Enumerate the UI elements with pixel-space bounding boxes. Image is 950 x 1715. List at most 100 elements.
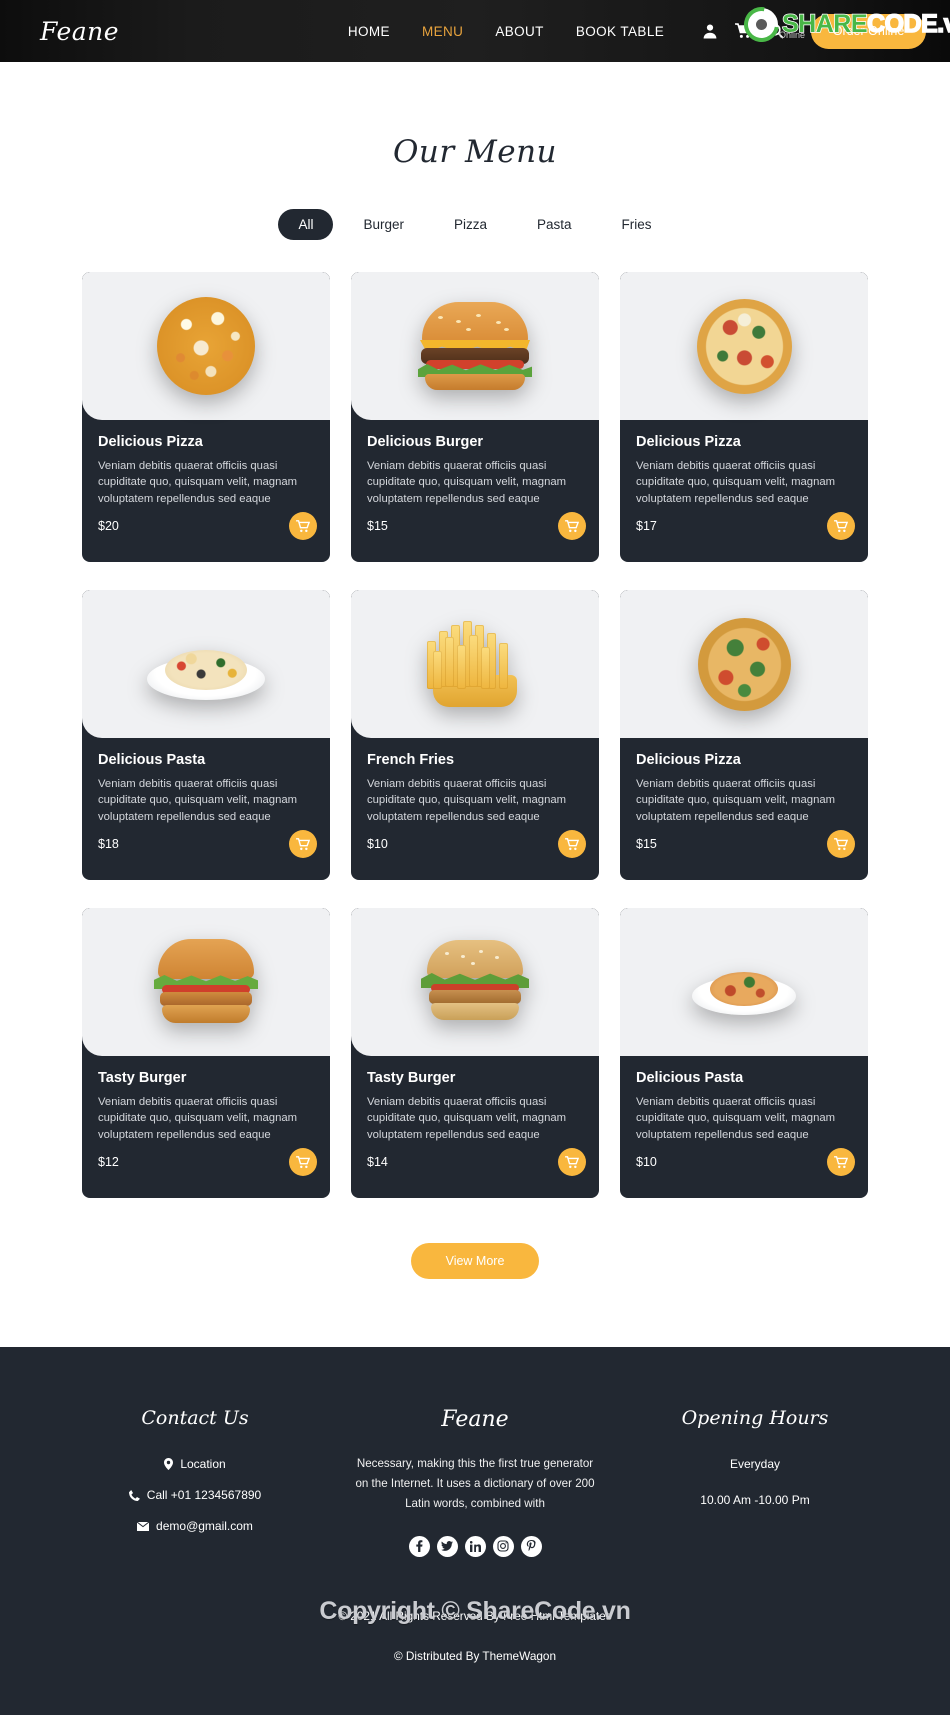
menu-card[interactable]: Delicious Pizza Veniam debitis quaerat of… <box>620 272 868 562</box>
add-to-cart-button[interactable] <box>558 512 586 540</box>
menu-section: Our Menu All Burger Pizza Pasta Fries De… <box>0 62 950 1279</box>
page-title: Our Menu <box>392 134 558 170</box>
envelope-icon <box>137 1521 150 1531</box>
menu-card[interactable]: Delicious Pasta Veniam debitis quaerat of… <box>620 908 868 1198</box>
cart-icon <box>565 1155 579 1168</box>
add-to-cart-button[interactable] <box>289 512 317 540</box>
food-image-pizza <box>696 298 792 394</box>
filter-tab-burger[interactable]: Burger <box>343 209 424 240</box>
menu-card-image <box>351 908 599 1056</box>
add-to-cart-button[interactable] <box>289 1148 317 1176</box>
food-image-pizza <box>697 617 791 711</box>
distributed-text[interactable]: © Distributed By ThemeWagon <box>0 1649 950 1663</box>
menu-card-image <box>351 590 599 738</box>
menu-card-image <box>620 272 868 420</box>
footer-contact-column: Contact Us Location Call +01 1234567890 … <box>60 1407 330 1557</box>
cart-icon <box>565 837 579 850</box>
view-more-button[interactable]: View More <box>411 1243 539 1279</box>
menu-card-price: $10 <box>367 837 388 851</box>
nav-item-about[interactable]: ABOUT <box>495 24 544 39</box>
menu-card-price: $12 <box>98 1155 119 1169</box>
menu-filter-tabs: All Burger Pizza Pasta Fries <box>0 209 950 240</box>
menu-card-title: Delicious Pizza <box>636 434 741 450</box>
menu-card[interactable]: Delicious Pizza Veniam debitis quaerat of… <box>620 590 868 880</box>
view-more-wrapper: View More <box>0 1243 950 1279</box>
menu-card[interactable]: Tasty Burger Veniam debitis quaerat offic… <box>351 908 599 1198</box>
site-header: Feane HOME MENU ABOUT BOOK TABLE Order O… <box>0 0 950 62</box>
menu-card[interactable]: Delicious Pizza Veniam debitis quaerat of… <box>82 272 330 562</box>
footer-location-label: Location <box>180 1457 226 1471</box>
footer-email-item[interactable]: demo@gmail.com <box>60 1519 330 1533</box>
filter-tab-fries[interactable]: Fries <box>602 209 672 240</box>
filter-tab-all[interactable]: All <box>278 209 334 240</box>
cart-icon[interactable] <box>735 23 752 39</box>
menu-card[interactable]: Delicious Pasta Veniam debitis quaerat of… <box>82 590 330 880</box>
filter-tab-pasta[interactable]: Pasta <box>517 209 592 240</box>
food-image-burger <box>421 940 529 1024</box>
menu-card-price: $14 <box>367 1155 388 1169</box>
site-logo[interactable]: Feane <box>40 17 270 46</box>
site-footer: Contact Us Location Call +01 1234567890 … <box>0 1347 950 1715</box>
phone-icon <box>128 1489 140 1501</box>
footer-about-text: Necessary, making this the first true ge… <box>355 1457 595 1510</box>
cart-icon <box>834 837 848 850</box>
menu-card[interactable]: French Fries Veniam debitis quaerat offic… <box>351 590 599 880</box>
add-to-cart-button[interactable] <box>558 1148 586 1176</box>
cart-icon <box>834 519 848 532</box>
add-to-cart-button[interactable] <box>558 830 586 858</box>
food-image-burger <box>154 939 258 1025</box>
nav-item-menu[interactable]: MENU <box>422 24 463 39</box>
footer-phone-item[interactable]: Call +01 1234567890 <box>60 1488 330 1502</box>
footer-copyright-area: Copyright © ShareCode.vn © 2021 All Righ… <box>0 1557 950 1715</box>
food-image-pasta <box>147 628 265 700</box>
menu-card-title: Tasty Burger <box>98 1070 187 1086</box>
watermark-vn-text: .vn <box>937 9 950 39</box>
menu-card-title: Delicious Burger <box>367 434 484 450</box>
footer-hours-column: Opening Hours Everyday 10.00 Am -10.00 P… <box>620 1407 890 1557</box>
menu-card[interactable]: Tasty Burger Veniam debitis quaerat offic… <box>82 908 330 1198</box>
add-to-cart-button[interactable] <box>827 512 855 540</box>
menu-card-image <box>620 908 868 1056</box>
pinterest-icon[interactable] <box>520 1535 542 1557</box>
footer-hours-time: 10.00 Am -10.00 Pm <box>700 1493 810 1507</box>
footer-hours-days: Everyday <box>729 1457 781 1471</box>
order-online-button[interactable]: Order Online <box>811 13 926 49</box>
add-to-cart-button[interactable] <box>827 1148 855 1176</box>
menu-card[interactable]: Delicious Burger Veniam debitis quaerat o… <box>351 272 599 562</box>
menu-card-price: $17 <box>636 519 657 533</box>
menu-card-title: Delicious Pizza <box>636 752 741 768</box>
footer-hours-heading: Opening Hours <box>681 1407 829 1429</box>
menu-card-title: Delicious Pasta <box>98 752 206 768</box>
main-navigation: HOME MENU ABOUT BOOK TABLE <box>310 24 702 39</box>
facebook-icon[interactable] <box>408 1535 430 1557</box>
menu-card-title: Delicious Pasta <box>636 1070 744 1086</box>
instagram-icon[interactable] <box>492 1535 514 1557</box>
food-image-pizza <box>157 297 255 395</box>
footer-phone-label: Call +01 1234567890 <box>146 1488 262 1502</box>
menu-card-image <box>82 272 330 420</box>
cart-icon <box>296 837 310 850</box>
food-image-fries <box>415 621 535 707</box>
menu-card-description: Veniam debitis quaerat officiis quasi cu… <box>367 778 567 823</box>
footer-location-item[interactable]: Location <box>60 1457 330 1471</box>
footer-brand-heading: Feane <box>441 1407 509 1432</box>
menu-card-price: $15 <box>367 519 388 533</box>
menu-card-title: French Fries <box>367 752 455 768</box>
nav-item-home[interactable]: HOME <box>348 24 390 39</box>
menu-card-description: Veniam debitis quaerat officiis quasi cu… <box>636 1096 836 1141</box>
linkedin-icon[interactable] <box>464 1535 486 1557</box>
filter-tab-pizza[interactable]: Pizza <box>434 209 507 240</box>
search-icon[interactable] <box>768 23 784 39</box>
menu-card-image <box>82 590 330 738</box>
user-icon[interactable] <box>702 23 718 39</box>
add-to-cart-button[interactable] <box>289 830 317 858</box>
menu-card-price: $20 <box>98 519 119 533</box>
twitter-icon[interactable] <box>436 1535 458 1557</box>
header-actions: Order Online <box>702 13 926 49</box>
copyright-text: © 2021 All Rights Reserved By Free Html … <box>338 1608 612 1623</box>
footer-columns: Contact Us Location Call +01 1234567890 … <box>0 1407 950 1557</box>
add-to-cart-button[interactable] <box>827 830 855 858</box>
nav-item-book-table[interactable]: BOOK TABLE <box>576 24 664 39</box>
menu-card-title: Delicious Pizza <box>98 434 203 450</box>
menu-card-description: Veniam debitis quaerat officiis quasi cu… <box>636 460 836 505</box>
